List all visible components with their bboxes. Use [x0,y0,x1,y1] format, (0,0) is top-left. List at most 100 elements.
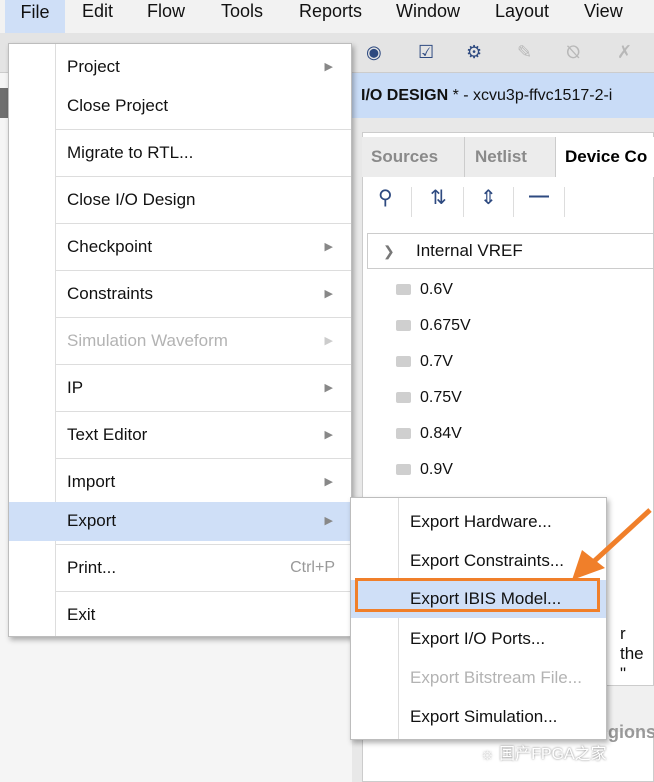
menu-item-label: Export Bitstream File... [410,668,582,687]
separator [55,270,351,271]
tag-disabled-icon[interactable]: ⦰ [566,42,580,63]
binoculars-icon[interactable]: ◉ [366,42,382,63]
menu-item-label: Import [67,472,116,491]
separator [55,129,351,130]
separator [55,544,351,545]
tree-item[interactable]: 0.84V [396,423,462,445]
tree-item-label: 0.675V [420,317,471,334]
annotation-arrow-icon [572,508,652,580]
menu-item-label: Exit [67,605,96,624]
design-title: I/O DESIGN [361,87,449,104]
gear-icon[interactable]: ⚙ [466,42,482,63]
menu-layout[interactable]: Layout [495,0,549,33]
menu-item-constraints[interactable]: Constraints ▶ [9,275,351,313]
folder-icon [396,392,411,403]
clipboard-check-icon[interactable]: ☑ [418,42,434,63]
menu-item-label: Constraints [67,284,153,303]
shortcut-label: Ctrl+P [290,559,335,576]
menu-item-label: Checkpoint [67,237,153,256]
menu-item-print[interactable]: Print... Ctrl+P [9,549,351,587]
tree-item[interactable]: 0.6V [396,279,453,301]
tree-item[interactable]: 0.9V [396,459,453,481]
menu-item-import[interactable]: Import ▶ [9,463,351,501]
submenu-arrow-icon: ▶ [324,515,333,527]
separator [411,187,412,217]
submenu-arrow-icon: ▶ [324,288,333,300]
folder-icon [396,428,411,439]
menu-flow[interactable]: Flow [147,0,185,33]
menu-item-ip[interactable]: IP ▶ [9,369,351,407]
menu-item-label: Project [67,57,120,76]
tree-group-label: Internal VREF [416,241,523,260]
tree-item[interactable]: 0.675V [396,315,471,337]
menu-edit[interactable]: Edit [82,0,113,33]
folder-icon [396,320,411,331]
folder-icon [396,356,411,367]
menu-item-project[interactable]: Project ▶ [9,48,351,86]
menu-item-checkpoint[interactable]: Checkpoint ▶ [9,228,351,266]
menu-item-export[interactable]: Export ▶ [9,502,351,541]
separator [463,187,464,217]
search-icon[interactable]: ⚲ [378,185,393,210]
tree-item[interactable]: 0.7V [396,351,453,373]
panel-toolbar: ⚲ ⇅ ⇕ — [362,185,654,219]
menu-item-label: Text Editor [67,425,148,444]
menu-item-label: Export [67,511,117,530]
edit-disabled-icon[interactable]: ✎ [517,42,532,63]
obscured-text: r the " [620,624,644,683]
tab-sources[interactable]: Sources [362,137,465,177]
menu-item-exit[interactable]: Exit [9,596,351,634]
cross-disabled-icon[interactable]: ✗ [617,42,632,63]
menu-item-export-bitstream-file: Export Bitstream File... [351,659,606,697]
folder-icon [396,284,411,295]
menu-item-export-simulation[interactable]: Export Simulation... [351,698,606,736]
separator [513,187,514,217]
separator [55,223,351,224]
separator [55,411,351,412]
menu-file[interactable]: File [5,0,65,33]
separator [55,176,351,177]
tab-netlist[interactable]: Netlist [466,137,556,177]
menu-window[interactable]: Window [396,0,460,33]
minus-icon[interactable]: — [529,185,549,208]
menu-item-label: Export I/O Ports... [410,629,546,648]
menu-reports[interactable]: Reports [299,0,362,33]
tree-item-label: 0.84V [420,425,462,442]
submenu-arrow-icon: ▶ [324,241,333,253]
menu-item-label: Export Hardware... [410,512,552,531]
tree-item-label: 0.7V [420,353,453,370]
obscured-tab-regions[interactable]: gions [608,722,654,743]
menu-item-label: IP [67,378,84,397]
menu-item-label: Export Constraints... [410,551,565,570]
tree-group-internal-vref[interactable]: ❯ Internal VREF [367,233,654,269]
folder-icon [396,464,411,475]
design-title-bar: I/O DESIGN * - xcvu3p-ffvc1517-2-i [352,73,654,118]
separator [55,364,351,365]
tree-item[interactable]: 0.75V [396,387,462,409]
tree-item-label: 0.75V [420,389,462,406]
submenu-arrow-icon: ▶ [324,61,333,73]
submenu-arrow-icon: ▶ [324,335,333,347]
menu-bar: File Edit Flow Tools Reports Window Layo… [0,0,654,33]
tab-device-constraints[interactable]: Device Co [556,137,654,177]
collapse-all-icon[interactable]: ⇅ [430,185,447,210]
menu-view[interactable]: View [584,0,623,33]
separator [564,187,565,217]
menu-item-label: Export Simulation... [410,707,558,726]
left-panel-header [0,88,8,118]
menu-item-migrate-to-rtl[interactable]: Migrate to RTL... [9,134,351,172]
separator [55,317,351,318]
menu-tools[interactable]: Tools [221,0,263,33]
menu-item-close-project[interactable]: Close Project [9,87,351,125]
separator [55,458,351,459]
chevron-down-icon[interactable]: ❯ [383,234,395,268]
watermark-text: 国产FPGA之家 [499,746,607,763]
menu-item-label: Close I/O Design [67,190,196,209]
menu-item-label: Close Project [67,96,169,115]
menu-item-text-editor[interactable]: Text Editor ▶ [9,416,351,454]
menu-item-export-io-ports[interactable]: Export I/O Ports... [351,620,606,658]
expand-all-icon[interactable]: ⇕ [480,185,497,210]
tree-item-label: 0.9V [420,461,453,478]
menu-item-label: Simulation Waveform [67,331,228,350]
menu-item-close-io-design[interactable]: Close I/O Design [9,181,351,219]
